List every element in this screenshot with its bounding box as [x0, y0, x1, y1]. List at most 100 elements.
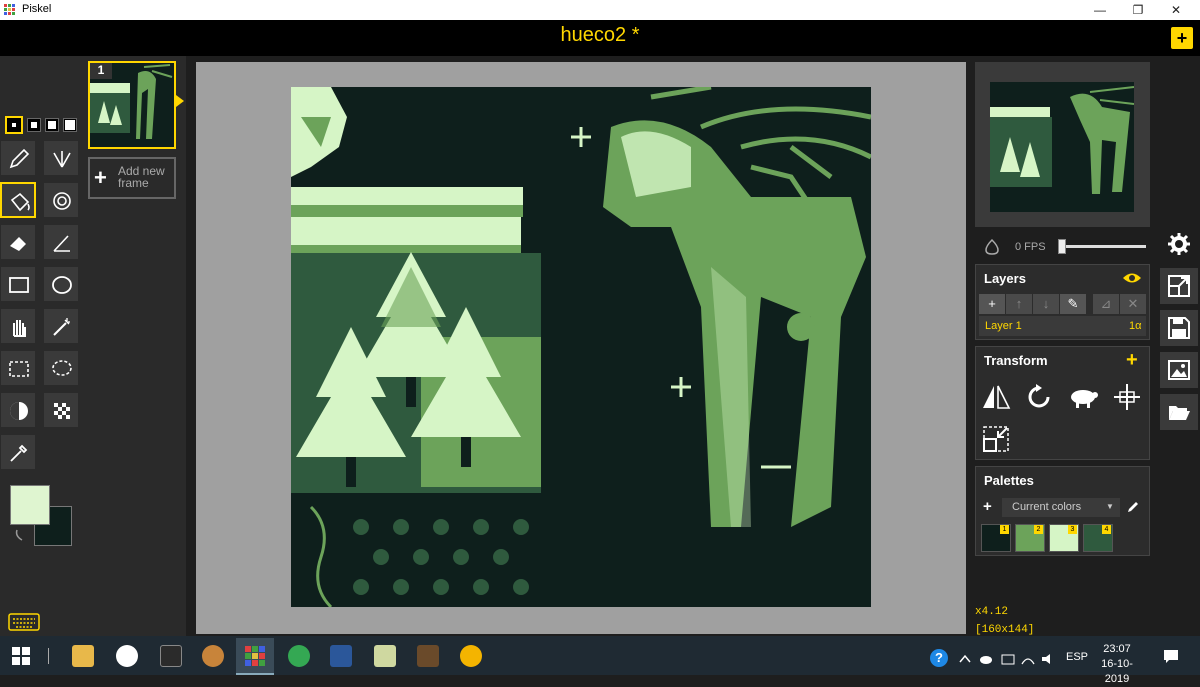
file-explorer-icon[interactable] [72, 645, 94, 667]
taskbar-clock[interactable]: 23:07 16-10-2019 [1092, 642, 1142, 687]
palette-color-index: 4 [1102, 525, 1111, 534]
notepad-icon[interactable] [374, 645, 396, 667]
resize-button[interactable] [1160, 268, 1198, 304]
frame-number: 1 [90, 63, 112, 79]
fps-slider-track[interactable] [1060, 245, 1146, 248]
help-icon[interactable]: ? [930, 649, 948, 667]
edit-layer-button[interactable]: ✎ [1060, 294, 1086, 314]
document-title[interactable]: hueco2 * [0, 24, 1200, 47]
palette-color-swatch[interactable]: 4 [1083, 524, 1113, 552]
clock-date: 16-10-2019 [1101, 658, 1133, 685]
layer-row[interactable]: Layer 1 1α [979, 316, 1146, 336]
notifications-icon[interactable] [1163, 648, 1179, 664]
paint-bucket-tool[interactable] [0, 182, 36, 218]
add-frame-button[interactable]: + Add new frame [88, 157, 176, 199]
layer-opacity[interactable]: 1α [1129, 320, 1141, 332]
close-button[interactable]: ✕ [1156, 0, 1196, 20]
mirror-pen-icon [53, 151, 71, 168]
line-pen-icon [53, 235, 70, 252]
hand-icon [13, 320, 26, 337]
swap-colors-icon[interactable] [14, 528, 28, 542]
settings-button[interactable] [1160, 226, 1198, 262]
rectangle-select-tool[interactable] [0, 350, 36, 386]
move-layer-down-button[interactable]: ↓ [1033, 294, 1059, 314]
window-title: Piskel [22, 3, 52, 15]
paint-same-color-tool[interactable] [43, 182, 79, 218]
eye-icon[interactable] [1122, 271, 1142, 285]
circle-tool[interactable] [43, 266, 79, 302]
system-tray-icons[interactable] [958, 652, 1054, 666]
floppy-save-icon [1168, 317, 1190, 339]
window-titlebar: Piskel — ❐ ✕ [0, 0, 1200, 20]
language-indicator[interactable]: ESP [1066, 651, 1088, 663]
lighten-tool[interactable] [0, 392, 36, 428]
add-layer-button[interactable]: + [979, 294, 1005, 314]
rectangle-tool[interactable] [0, 266, 36, 302]
transform-add-button[interactable]: + [1126, 349, 1138, 372]
folder-open-icon [1169, 406, 1190, 420]
add-palette-button[interactable]: + [983, 498, 992, 515]
chrome-icon[interactable] [288, 645, 310, 667]
delete-layer-button[interactable]: ✕ [1120, 294, 1146, 314]
lasso-icon [52, 360, 72, 376]
resize-icon [1168, 275, 1190, 297]
chevron-down-icon: ▼ [1106, 502, 1114, 511]
color-picker-tool[interactable] [0, 434, 36, 470]
fps-slider-handle[interactable] [1058, 239, 1066, 254]
windows-start-icon[interactable] [12, 647, 30, 665]
export-button[interactable] [1160, 352, 1198, 388]
center-align-icon[interactable] [1112, 382, 1142, 412]
stroke-tool[interactable] [43, 224, 79, 260]
eraser-tool[interactable] [0, 224, 36, 260]
keyboard-shortcuts-icon[interactable] [8, 613, 40, 631]
pen-size-3[interactable] [45, 118, 59, 132]
circle-icon [52, 276, 72, 294]
import-button[interactable] [1160, 394, 1198, 430]
palette-color-swatch[interactable]: 2 [1015, 524, 1045, 552]
move-layer-up-button[interactable]: ↑ [1006, 294, 1032, 314]
dithering-tool[interactable] [43, 392, 79, 428]
canvas-size: [160x144] [975, 624, 1035, 636]
new-sprite-button[interactable]: + [1171, 27, 1193, 49]
frame-thumbnail[interactable]: 1 [88, 61, 176, 149]
piskel-taskbar-button[interactable] [236, 638, 274, 675]
palette-color-swatch[interactable]: 3 [1049, 524, 1079, 552]
pen-tool[interactable] [0, 140, 36, 176]
game-app-icon[interactable] [417, 645, 439, 667]
move-tool[interactable] [0, 308, 36, 344]
vpn-app-icon[interactable] [460, 645, 482, 667]
save-button[interactable] [1160, 310, 1198, 346]
onion-skin-icon[interactable] [983, 238, 1001, 256]
palette-color-index: 1 [1000, 525, 1009, 534]
magic-wand-tool[interactable] [43, 308, 79, 344]
lasso-select-tool[interactable] [43, 350, 79, 386]
layer-name: Layer 1 [985, 320, 1022, 332]
edit-palette-pencil-icon[interactable] [1126, 500, 1140, 514]
rect-select-icon [9, 361, 29, 377]
clone-sheep-icon[interactable] [1067, 382, 1099, 412]
minimize-button[interactable]: — [1080, 0, 1120, 20]
flip-icon[interactable] [981, 382, 1011, 412]
pen-size-4[interactable] [63, 118, 77, 132]
store-icon[interactable] [160, 645, 182, 667]
pen-size-2[interactable] [27, 118, 41, 132]
vertical-mirror-pen-tool[interactable] [43, 140, 79, 176]
primary-color-swatch[interactable] [10, 485, 50, 525]
canvas-artwork [291, 87, 871, 607]
crop-resize-icon[interactable] [981, 424, 1011, 454]
app-header: hueco2 * + [0, 20, 1200, 56]
merge-layer-button[interactable]: ⊿ [1093, 294, 1119, 314]
pen-size-1[interactable] [5, 116, 23, 134]
palette-color-swatch[interactable]: 1 [981, 524, 1011, 552]
gear-icon [1168, 233, 1190, 255]
pixel-canvas[interactable] [291, 87, 871, 607]
palette-select[interactable]: Current colors ▼ [1002, 498, 1120, 517]
app-monkey-icon[interactable] [202, 645, 224, 667]
word-icon[interactable] [330, 645, 352, 667]
maximize-button[interactable]: ❐ [1118, 0, 1158, 20]
rotate-icon[interactable] [1024, 382, 1054, 412]
task-view-icon[interactable] [48, 648, 49, 664]
eraser-icon [10, 237, 26, 251]
add-frame-label: Add new frame [118, 164, 165, 190]
browser-icon[interactable] [116, 645, 138, 667]
